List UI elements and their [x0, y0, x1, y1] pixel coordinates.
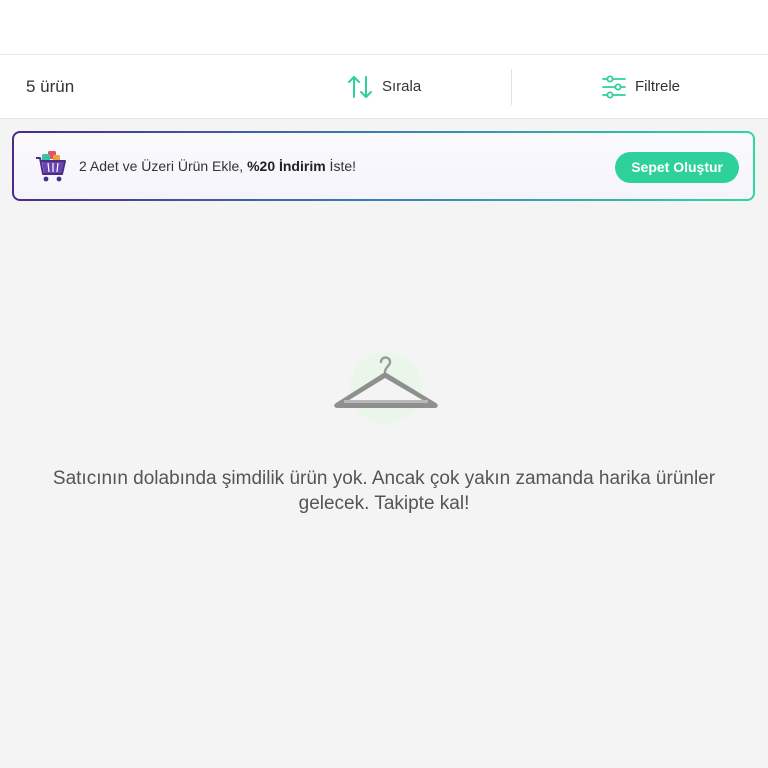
discount-banner[interactable]: 2 Adet ve Üzeri Ürün Ekle, %20 İndirim İ… [12, 131, 755, 201]
filter-button[interactable]: Filtrele [601, 55, 680, 118]
banner-text-prefix: 2 Adet ve Üzeri Ürün Ekle, [79, 158, 248, 174]
toolbar-divider [511, 69, 512, 105]
toolbar: 5 ürün Sırala Filtrele [0, 55, 768, 119]
product-count: 5 ürün [26, 77, 75, 96]
filter-label: Filtrele [635, 78, 681, 95]
sort-button[interactable]: Sırala [346, 55, 421, 118]
hanger-icon [334, 352, 438, 424]
create-basket-button[interactable]: Sepet Oluştur [615, 152, 739, 183]
banner-text-suffix: İste! [325, 158, 357, 174]
sort-arrows-icon [348, 75, 372, 98]
sort-label: Sırala [382, 78, 422, 95]
shopping-basket-icon [36, 151, 66, 182]
empty-state-message: Satıcının dolabında şimdilik ürün yok. A… [52, 468, 716, 514]
banner-discount-highlight: %20 İndirim [247, 158, 326, 174]
banner-message: 2 Adet ve Üzeri Ürün Ekle, %20 İndirim İ… [79, 133, 356, 199]
top-bar [0, 0, 768, 55]
filter-sliders-icon [602, 75, 626, 98]
